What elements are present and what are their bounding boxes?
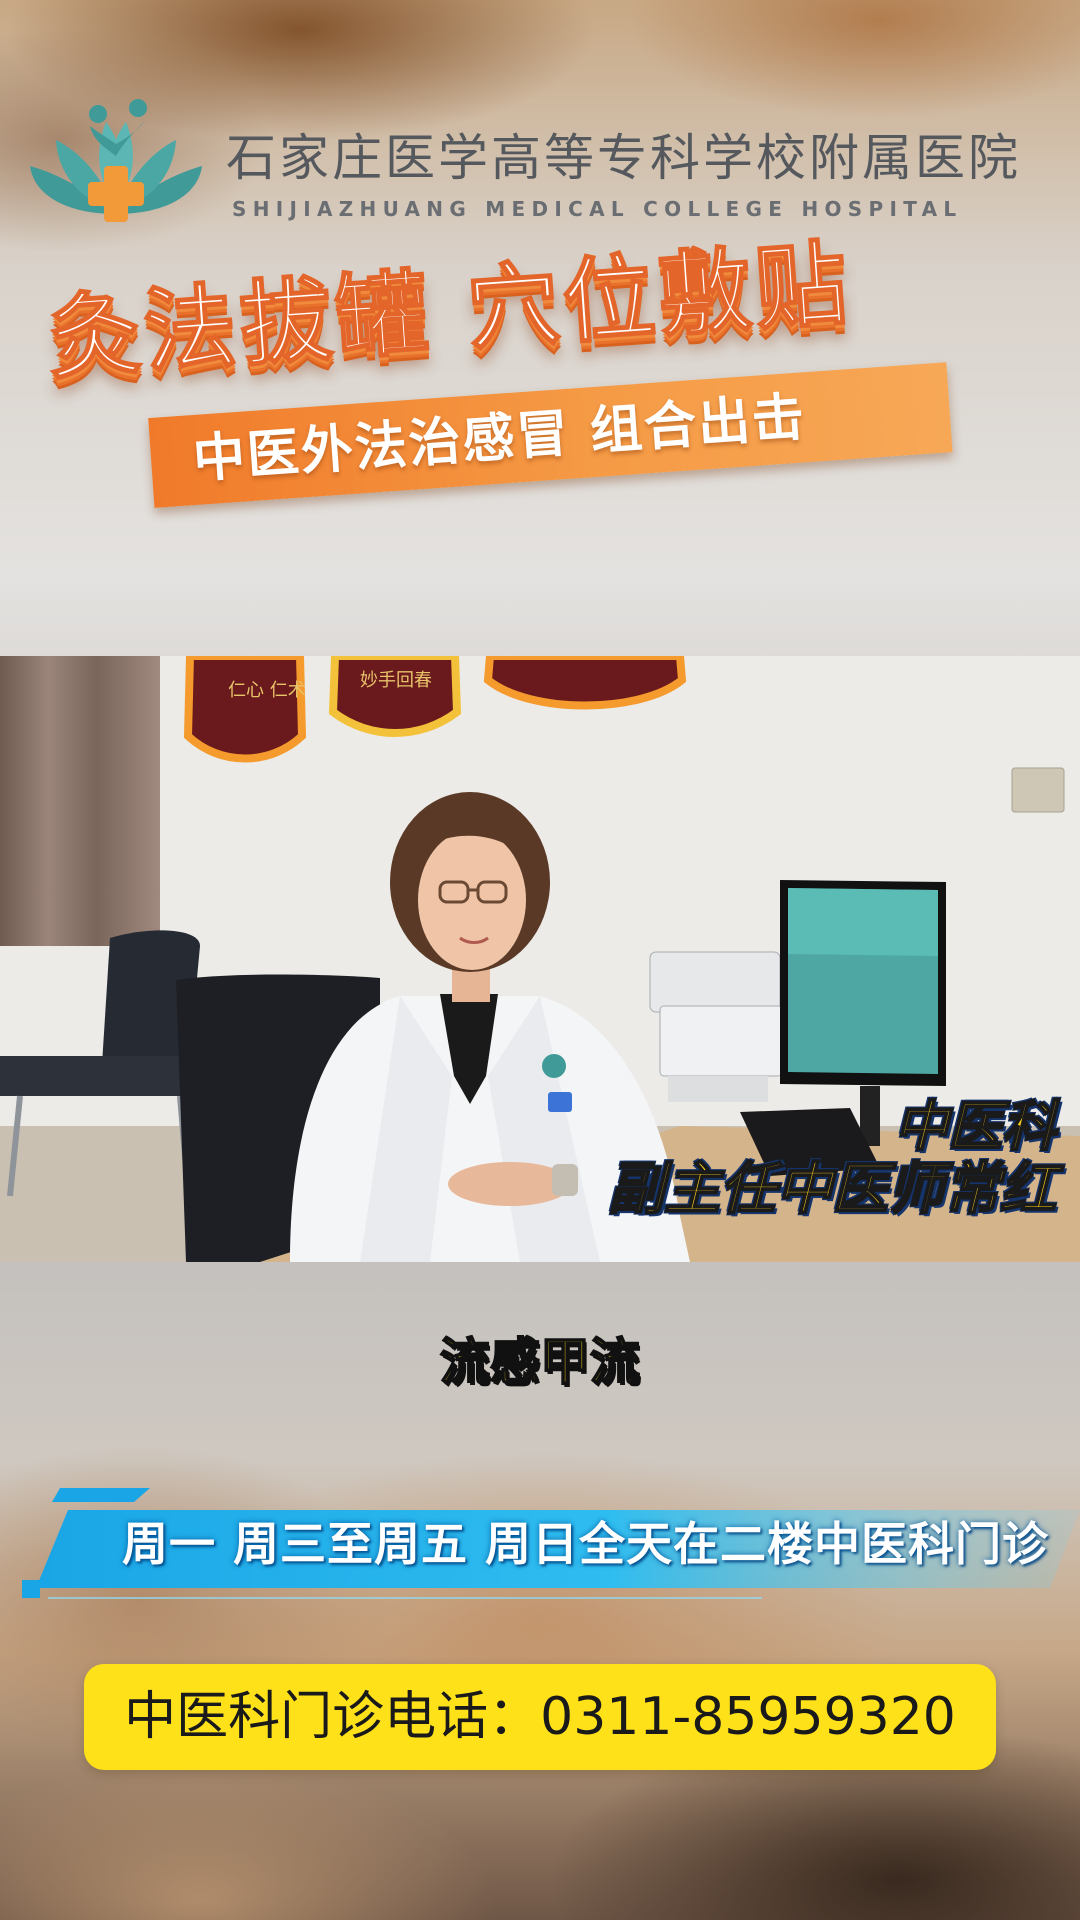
headline: 灸法拔罐 穴位敷贴 <box>44 229 856 394</box>
video-frame[interactable]: 仁心 仁术 妙手回春 中医科 副主任中医师常红 <box>0 656 1080 1262</box>
plaque-text-2: 妙手回春 <box>360 670 432 691</box>
phone-pill[interactable]: 中医科门诊电话：0311-85959320 <box>84 1664 996 1770</box>
phone-text: 中医科门诊电话：0311-85959320 <box>124 1687 956 1747</box>
speaker-title: 副主任中医师常红 <box>607 1157 1057 1223</box>
video-subtitle: 流感甲流 <box>439 1332 641 1392</box>
title-block: 灸法拔罐 穴位敷贴 中医外法治感冒 组合出击 <box>30 204 1073 508</box>
hospital-logo-icon <box>30 99 202 222</box>
plaque-text-1: 仁心 仁术 <box>228 680 306 701</box>
video-page: 石家庄医学高等专科学校附属医院 SHIJIAZHUANG MEDICAL COL… <box>0 0 1080 1920</box>
schedule-text: 周一 周三至周五 周日全天在二楼中医科门诊 <box>122 1517 1050 1571</box>
speaker-caption: 中医科 副主任中医师常红 <box>607 1095 1057 1223</box>
hospital-name-cn: 石家庄医学高等专科学校附属医院 <box>226 129 1021 187</box>
speaker-dept: 中医科 <box>893 1095 1057 1159</box>
schedule-banner: 周一 周三至周五 周日全天在二楼中医科门诊 <box>22 1488 1080 1608</box>
